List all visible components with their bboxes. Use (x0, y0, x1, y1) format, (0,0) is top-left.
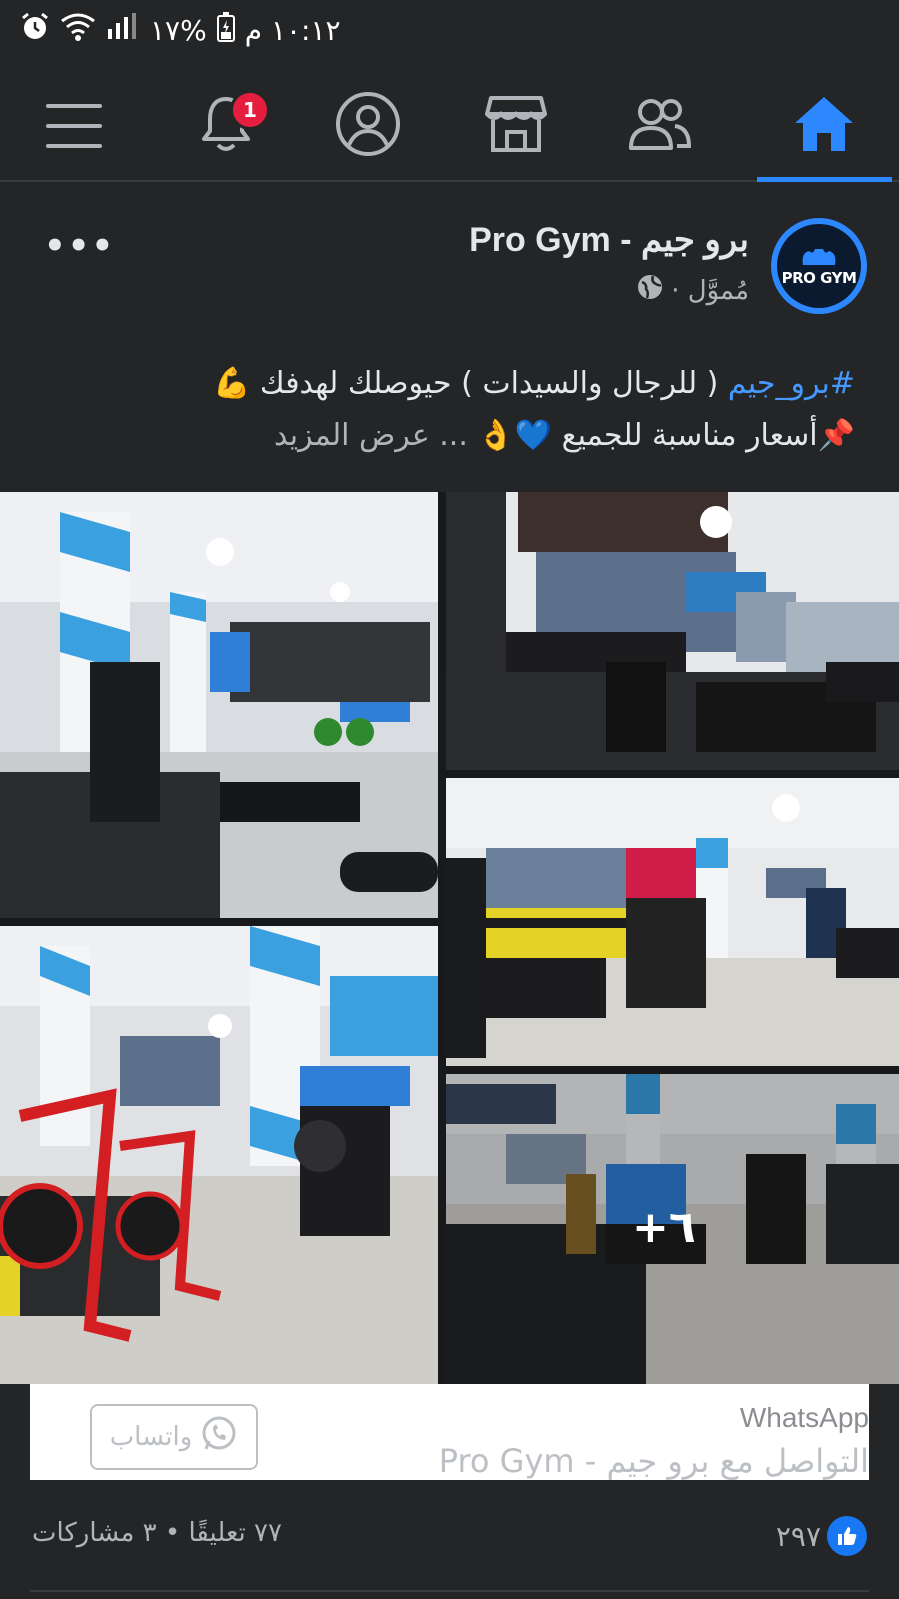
gym-photo-3[interactable] (446, 778, 899, 1066)
battery-icon (216, 12, 235, 49)
cta-title: WhatsApp (739, 1402, 869, 1433)
post-text-line2-body: 📌أسعار مناسبة للجميع 💙👌 (477, 418, 855, 453)
whatsapp-icon (200, 1415, 238, 1460)
notifications-tab[interactable]: 1 (186, 86, 270, 166)
divider (30, 1590, 869, 1592)
reaction-count: ٢٩٧ (775, 1519, 821, 1553)
post-text-line1-body: ( للرجال والسيدات ) حيوصلك لهدفك 💪 (213, 366, 728, 401)
sponsored-label: مُموَّل · (637, 274, 749, 307)
marketplace-tab[interactable] (476, 86, 556, 166)
page-name[interactable]: برو جيم - Pro Gym (469, 220, 749, 260)
gym-photo-2[interactable] (446, 492, 899, 770)
gym-photo-1[interactable] (0, 492, 438, 918)
battery-level: %١٧ (150, 14, 207, 47)
more-options-button[interactable]: ••• (44, 226, 115, 266)
gym-photo-4[interactable] (0, 926, 438, 1384)
cta-subtitle: التواصل مع برو جيم - Pro Gym (438, 1442, 869, 1480)
gym-photo-5[interactable]: +٦ (446, 1074, 899, 1384)
shop-icon (485, 94, 547, 158)
alarm-icon (20, 12, 50, 49)
globe-icon (637, 274, 663, 307)
comments-shares[interactable]: ٧٧ تعليقًا • ٣ مشاركات (32, 1518, 282, 1548)
top-navigation: 1 (0, 72, 899, 182)
post-text-line2: 📌أسعار مناسبة للجميع 💙👌 ... عرض المزيد (35, 410, 855, 462)
more-photos-count: +٦ (632, 1202, 696, 1253)
whatsapp-cta-card[interactable]: WhatsApp التواصل مع برو جيم - Pro Gym وا… (30, 1384, 869, 1480)
home-tab[interactable] (784, 86, 864, 166)
reactions[interactable]: ٢٩٧ (776, 1516, 867, 1556)
menu-icon[interactable] (34, 86, 114, 166)
clock: ١٠:١٢ م (244, 14, 341, 47)
avatar-logo: PRO GYM (777, 224, 861, 308)
profile-tab[interactable] (328, 86, 408, 166)
see-more-link[interactable]: ... عرض المزيد (274, 418, 468, 453)
status-left: ١٠:١٢ م %١٧ (20, 12, 341, 49)
active-tab-indicator (757, 177, 892, 182)
post-text-line1: #برو_جيم ( للرجال والسيدات ) حيوصلك لهدف… (35, 358, 855, 410)
sponsored-text: مُموَّل · (671, 275, 749, 306)
wifi-icon (60, 13, 96, 48)
groups-tab[interactable] (620, 86, 700, 166)
whatsapp-button[interactable]: واتساب (90, 1404, 258, 1470)
status-bar: ١٠:١٢ م %١٧ (0, 0, 899, 62)
groups-icon (627, 96, 693, 156)
muscle-logo-icon (802, 249, 836, 265)
post-header: PRO GYM برو جيم - Pro Gym مُموَّل · ••• (0, 188, 899, 338)
home-icon (793, 95, 855, 157)
photo-grid: +٦ (0, 492, 899, 1384)
like-icon (827, 1516, 867, 1556)
post-stats: ٢٩٧ ٧٧ تعليقًا • ٣ مشاركات (0, 1510, 899, 1566)
avatar-text: PRO GYM (781, 269, 857, 287)
signal-icon (106, 13, 140, 48)
notification-badge: 1 (230, 90, 270, 130)
whatsapp-button-label: واتساب (109, 1422, 193, 1452)
hashtag-link[interactable]: #برو_جيم (728, 366, 855, 401)
page-avatar[interactable]: PRO GYM (771, 218, 867, 314)
post-text: #برو_جيم ( للرجال والسيدات ) حيوصلك لهدف… (35, 358, 855, 462)
profile-icon (335, 91, 401, 161)
